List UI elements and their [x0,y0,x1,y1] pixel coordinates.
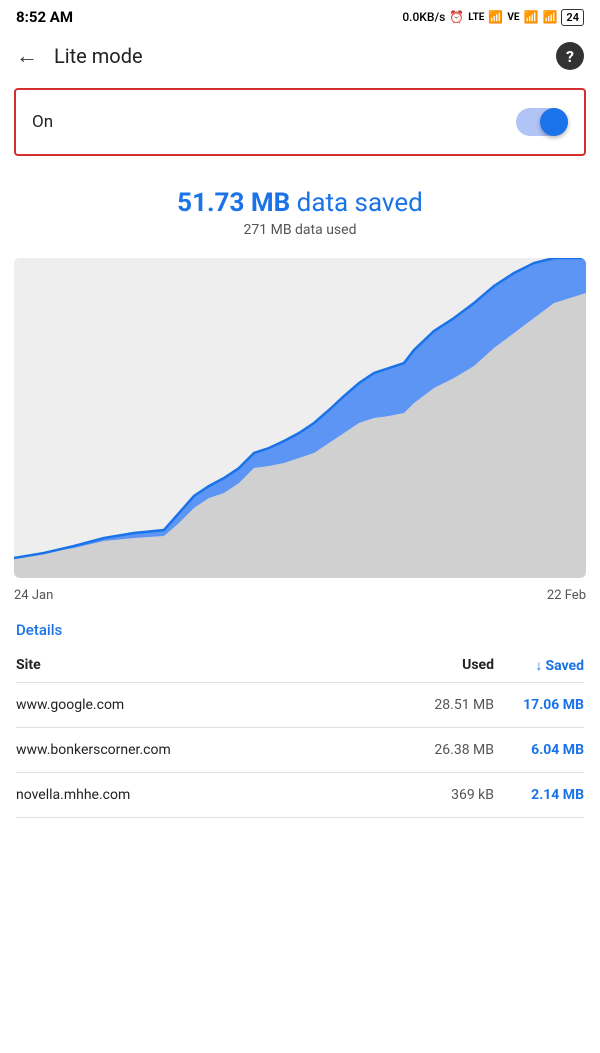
data-used-text: 271 MB data used [16,222,584,238]
help-button[interactable]: ? [556,42,584,70]
table-row: www.bonkerscorner.com 26.38 MB 6.04 MB [16,728,584,773]
status-icons: 0.0KB/s ⏰ LTE 📶 VE 📶 📶 24 [402,9,584,26]
site-name: novella.mhhe.com [16,787,404,803]
lite-mode-toggle-row[interactable]: On [14,88,586,156]
col-header-saved-label: Saved [546,658,584,674]
status-time: 8:52 AM [16,8,73,26]
lite-mode-toggle[interactable] [516,108,568,136]
col-header-site: Site [16,657,404,674]
chart-end-date: 22 Feb [547,588,586,603]
col-header-used: Used [404,657,494,674]
details-link[interactable]: Details [16,621,584,639]
used-value: 369 kB [404,787,494,803]
toggle-label: On [32,112,53,132]
table-row: novella.mhhe.com 369 kB 2.14 MB [16,773,584,818]
back-button[interactable]: ← [16,43,38,69]
saved-value: 6.04 MB [494,742,584,758]
saved-value: 17.06 MB [494,697,584,713]
page-title: Lite mode [54,44,143,68]
saved-amount: 51.73 MB [177,188,290,218]
network-speed: 0.0KB/s [402,10,445,24]
site-name: www.bonkerscorner.com [16,742,404,758]
site-name: www.google.com [16,697,404,713]
down-arrow-icon: ↓ [536,657,543,674]
used-value: 26.38 MB [404,742,494,758]
saved-label: data saved [297,188,423,218]
battery-indicator: 24 [561,9,584,26]
lte-icon-2: VE [507,12,519,23]
data-saved-section: 51.73 MB data saved 271 MB data used [0,164,600,250]
toggle-thumb [540,108,568,136]
status-bar: 8:52 AM 0.0KB/s ⏰ LTE 📶 VE 📶 📶 24 [0,0,600,32]
chart-dates: 24 Jan 22 Feb [0,582,600,609]
chart-svg [14,258,586,578]
data-chart [14,258,586,578]
signal-icon-1: 📶 [488,10,503,24]
data-saved-main: 51.73 MB data saved [16,188,584,218]
table-header: Site Used ↓ Saved [16,649,584,683]
col-header-saved: ↓ Saved [494,657,584,674]
lte-icon: LTE [468,12,484,23]
page-header: ← Lite mode ? [0,32,600,80]
table-row: www.google.com 28.51 MB 17.06 MB [16,683,584,728]
signal-icon-2: 📶 [524,10,539,24]
details-section: Details Site Used ↓ Saved www.google.com… [0,609,600,818]
header-left: ← Lite mode [16,43,143,69]
saved-value: 2.14 MB [494,787,584,803]
wifi-icon: 📶 [542,10,557,24]
chart-start-date: 24 Jan [14,588,53,603]
used-value: 28.51 MB [404,697,494,713]
alarm-icon: ⏰ [449,10,464,24]
